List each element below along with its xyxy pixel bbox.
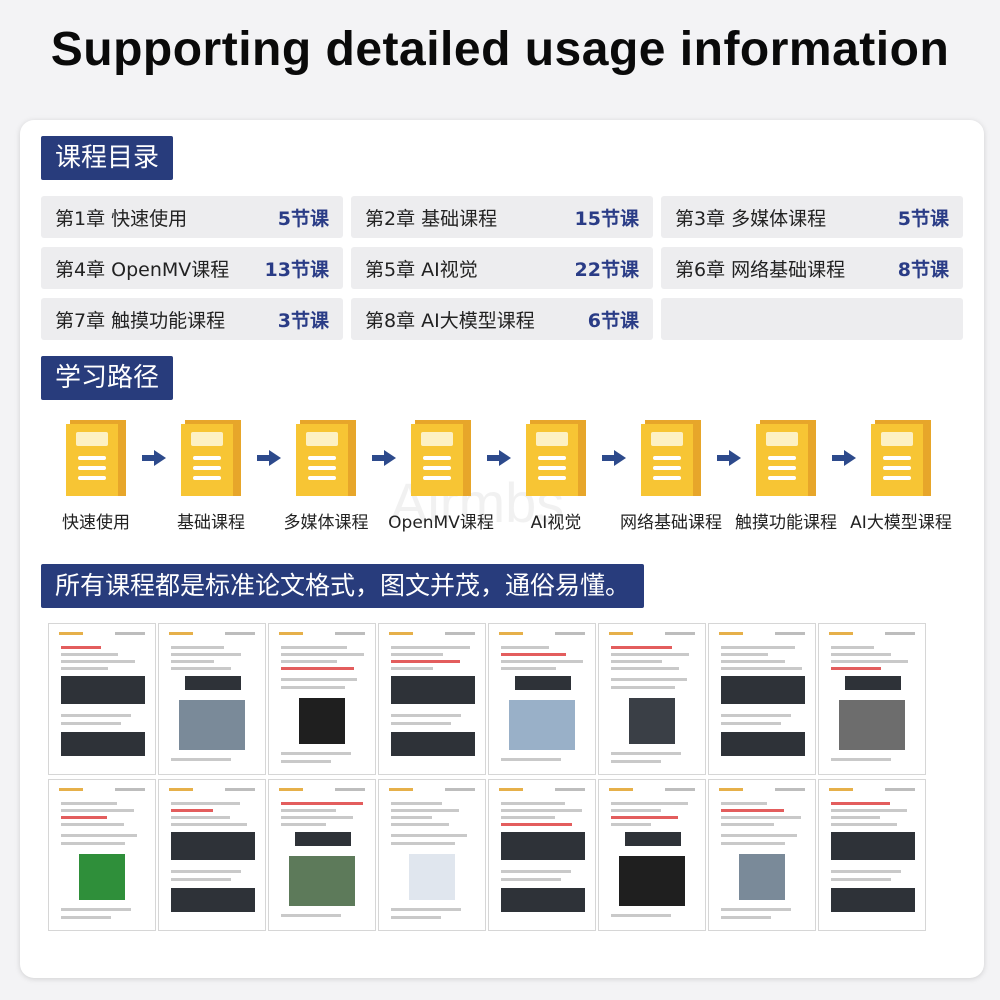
chapter-cell: 第7章 触摸功能课程 3节课 [41, 298, 343, 340]
chapter-name: 第2章 基础课程 [365, 207, 498, 230]
folder-document-icon [756, 420, 816, 496]
document-thumbnail [268, 623, 376, 775]
document-thumbnail [598, 779, 706, 931]
chapter-cell: 第5章 AI视觉 22节课 [351, 247, 653, 289]
folder-document-icon [526, 420, 586, 496]
document-thumbnail [48, 779, 156, 931]
path-step-label: AI视觉 [530, 513, 582, 533]
folder-document-icon [871, 420, 931, 496]
document-thumbnail [488, 623, 596, 775]
path-step-label: 触摸功能课程 [735, 513, 837, 533]
chapter-lesson-count: 13节课 [264, 258, 329, 281]
chapter-lesson-count: 5节课 [277, 207, 329, 230]
path-step: 网络基础课程 [615, 420, 727, 533]
format-heading: 所有课程都是标准论文格式，图文并茂，通俗易懂。 [41, 564, 645, 608]
learning-path: 快速使用 基础课程 多媒体课程 OpenMV课程 AI视觉 网络基础课程 触摸功能课程 AI大… [40, 420, 964, 540]
chapter-name: 第1章 快速使用 [55, 207, 188, 230]
path-step-label: 多媒体课程 [283, 513, 369, 533]
document-thumbnail [268, 779, 376, 931]
document-thumbnail [708, 623, 816, 775]
folder-document-icon [411, 420, 471, 496]
chapter-name: 第5章 AI视觉 [365, 258, 478, 281]
document-thumbnail [158, 779, 266, 931]
path-step: 多媒体课程 [270, 420, 382, 533]
path-step: AI视觉 [500, 420, 612, 533]
folder-document-icon [641, 420, 701, 496]
document-thumbnail [488, 779, 596, 931]
chapter-cell: 第2章 基础课程 15节课 [351, 196, 653, 238]
chapter-cell: 第8章 AI大模型课程 6节课 [351, 298, 653, 340]
path-step: 触摸功能课程 [730, 420, 842, 533]
chapter-lesson-count: 15节课 [574, 207, 639, 230]
path-step-label: 网络基础课程 [620, 513, 722, 533]
document-thumbnail [598, 623, 706, 775]
document-thumbnail [48, 623, 156, 775]
chapter-lesson-count: 22节课 [574, 258, 639, 281]
chapter-lesson-count: 6节课 [587, 309, 639, 332]
folder-document-icon [296, 420, 356, 496]
folder-document-icon [66, 420, 126, 496]
chapter-cell: 第1章 快速使用 5节课 [41, 196, 343, 238]
chapter-name: 第8章 AI大模型课程 [365, 309, 535, 332]
document-thumbnail [818, 623, 926, 775]
folder-document-icon [181, 420, 241, 496]
chapter-name: 第6章 网络基础课程 [675, 258, 846, 281]
chapter-name: 第4章 OpenMV课程 [55, 258, 230, 281]
path-step-label: 基础课程 [177, 513, 245, 533]
path-step: OpenMV课程 [385, 420, 497, 533]
chapter-name: 第7章 触摸功能课程 [55, 309, 226, 332]
content-card: 课程目录 第1章 快速使用 5节课 第2章 基础课程 15节课 第3章 多媒体课… [20, 120, 984, 978]
chapter-cell: 第3章 多媒体课程 5节课 [661, 196, 963, 238]
path-step: 基础课程 [155, 420, 267, 533]
chapter-name: 第3章 多媒体课程 [675, 207, 827, 230]
document-thumbnail [158, 623, 266, 775]
document-thumbnail [708, 779, 816, 931]
page-headline: Supporting detailed usage information [50, 23, 950, 76]
path-heading: 学习路径 [41, 356, 174, 400]
chapter-cell-empty [661, 298, 963, 340]
document-thumbnail [818, 779, 926, 931]
chapter-lesson-count: 5节课 [897, 207, 949, 230]
path-step-label: OpenMV课程 [388, 513, 494, 533]
chapter-lesson-count: 8节课 [897, 258, 949, 281]
catalog-heading: 课程目录 [41, 136, 174, 180]
document-thumbnail [378, 623, 486, 775]
path-step: AI大模型课程 [845, 420, 957, 533]
chapter-lesson-count: 3节课 [277, 309, 329, 332]
document-thumbnail [378, 779, 486, 931]
chapter-cell: 第4章 OpenMV课程 13节课 [41, 247, 343, 289]
path-step: 快速使用 [40, 420, 152, 533]
path-step-label: AI大模型课程 [850, 513, 952, 533]
chapter-cell: 第6章 网络基础课程 8节课 [661, 247, 963, 289]
path-step-label: 快速使用 [62, 513, 130, 533]
